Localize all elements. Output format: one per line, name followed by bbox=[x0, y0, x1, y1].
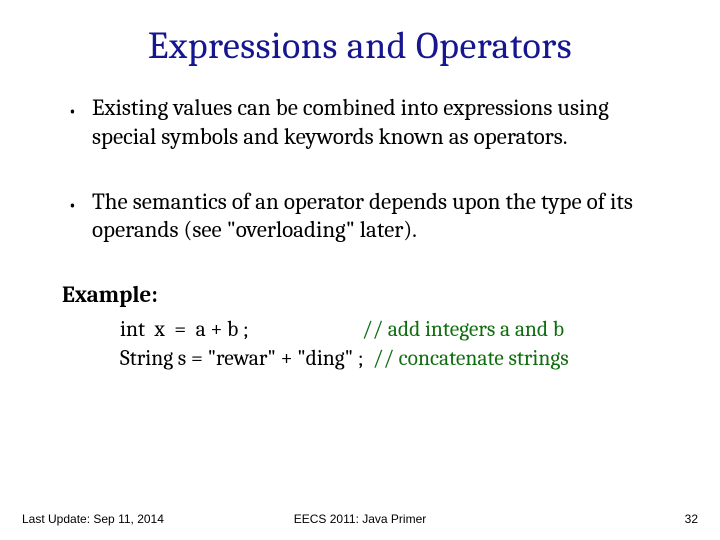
code-line: String s = "rewar" + "ding" ; // concate… bbox=[120, 345, 658, 374]
bullet-text: The semantics of an operator depends upo… bbox=[92, 188, 658, 246]
code-line: int x = a + b ; // add integers a and b bbox=[120, 316, 658, 345]
code-comment: // concatenate strings bbox=[373, 347, 569, 371]
bullet-dot-icon bbox=[62, 94, 92, 152]
code-comment: // add integers a and b bbox=[362, 318, 564, 342]
bullet-item: Existing values can be combined into exp… bbox=[62, 94, 658, 152]
example-label: Example: bbox=[62, 281, 658, 310]
bullet-dot-icon bbox=[62, 188, 92, 246]
footer-page-number: 32 bbox=[685, 512, 698, 526]
code-text: int x = a + b ; bbox=[120, 318, 362, 342]
slide-body: Existing values can be combined into exp… bbox=[0, 68, 720, 374]
bullet-item: The semantics of an operator depends upo… bbox=[62, 188, 658, 246]
example-block: int x = a + b ; // add integers a and b … bbox=[62, 316, 658, 374]
code-text: String s = "rewar" + "ding" ; bbox=[120, 347, 373, 371]
slide-title: Expressions and Operators bbox=[0, 0, 720, 68]
footer-course: EECS 2011: Java Primer bbox=[0, 512, 720, 526]
bullet-text: Existing values can be combined into exp… bbox=[92, 94, 658, 152]
